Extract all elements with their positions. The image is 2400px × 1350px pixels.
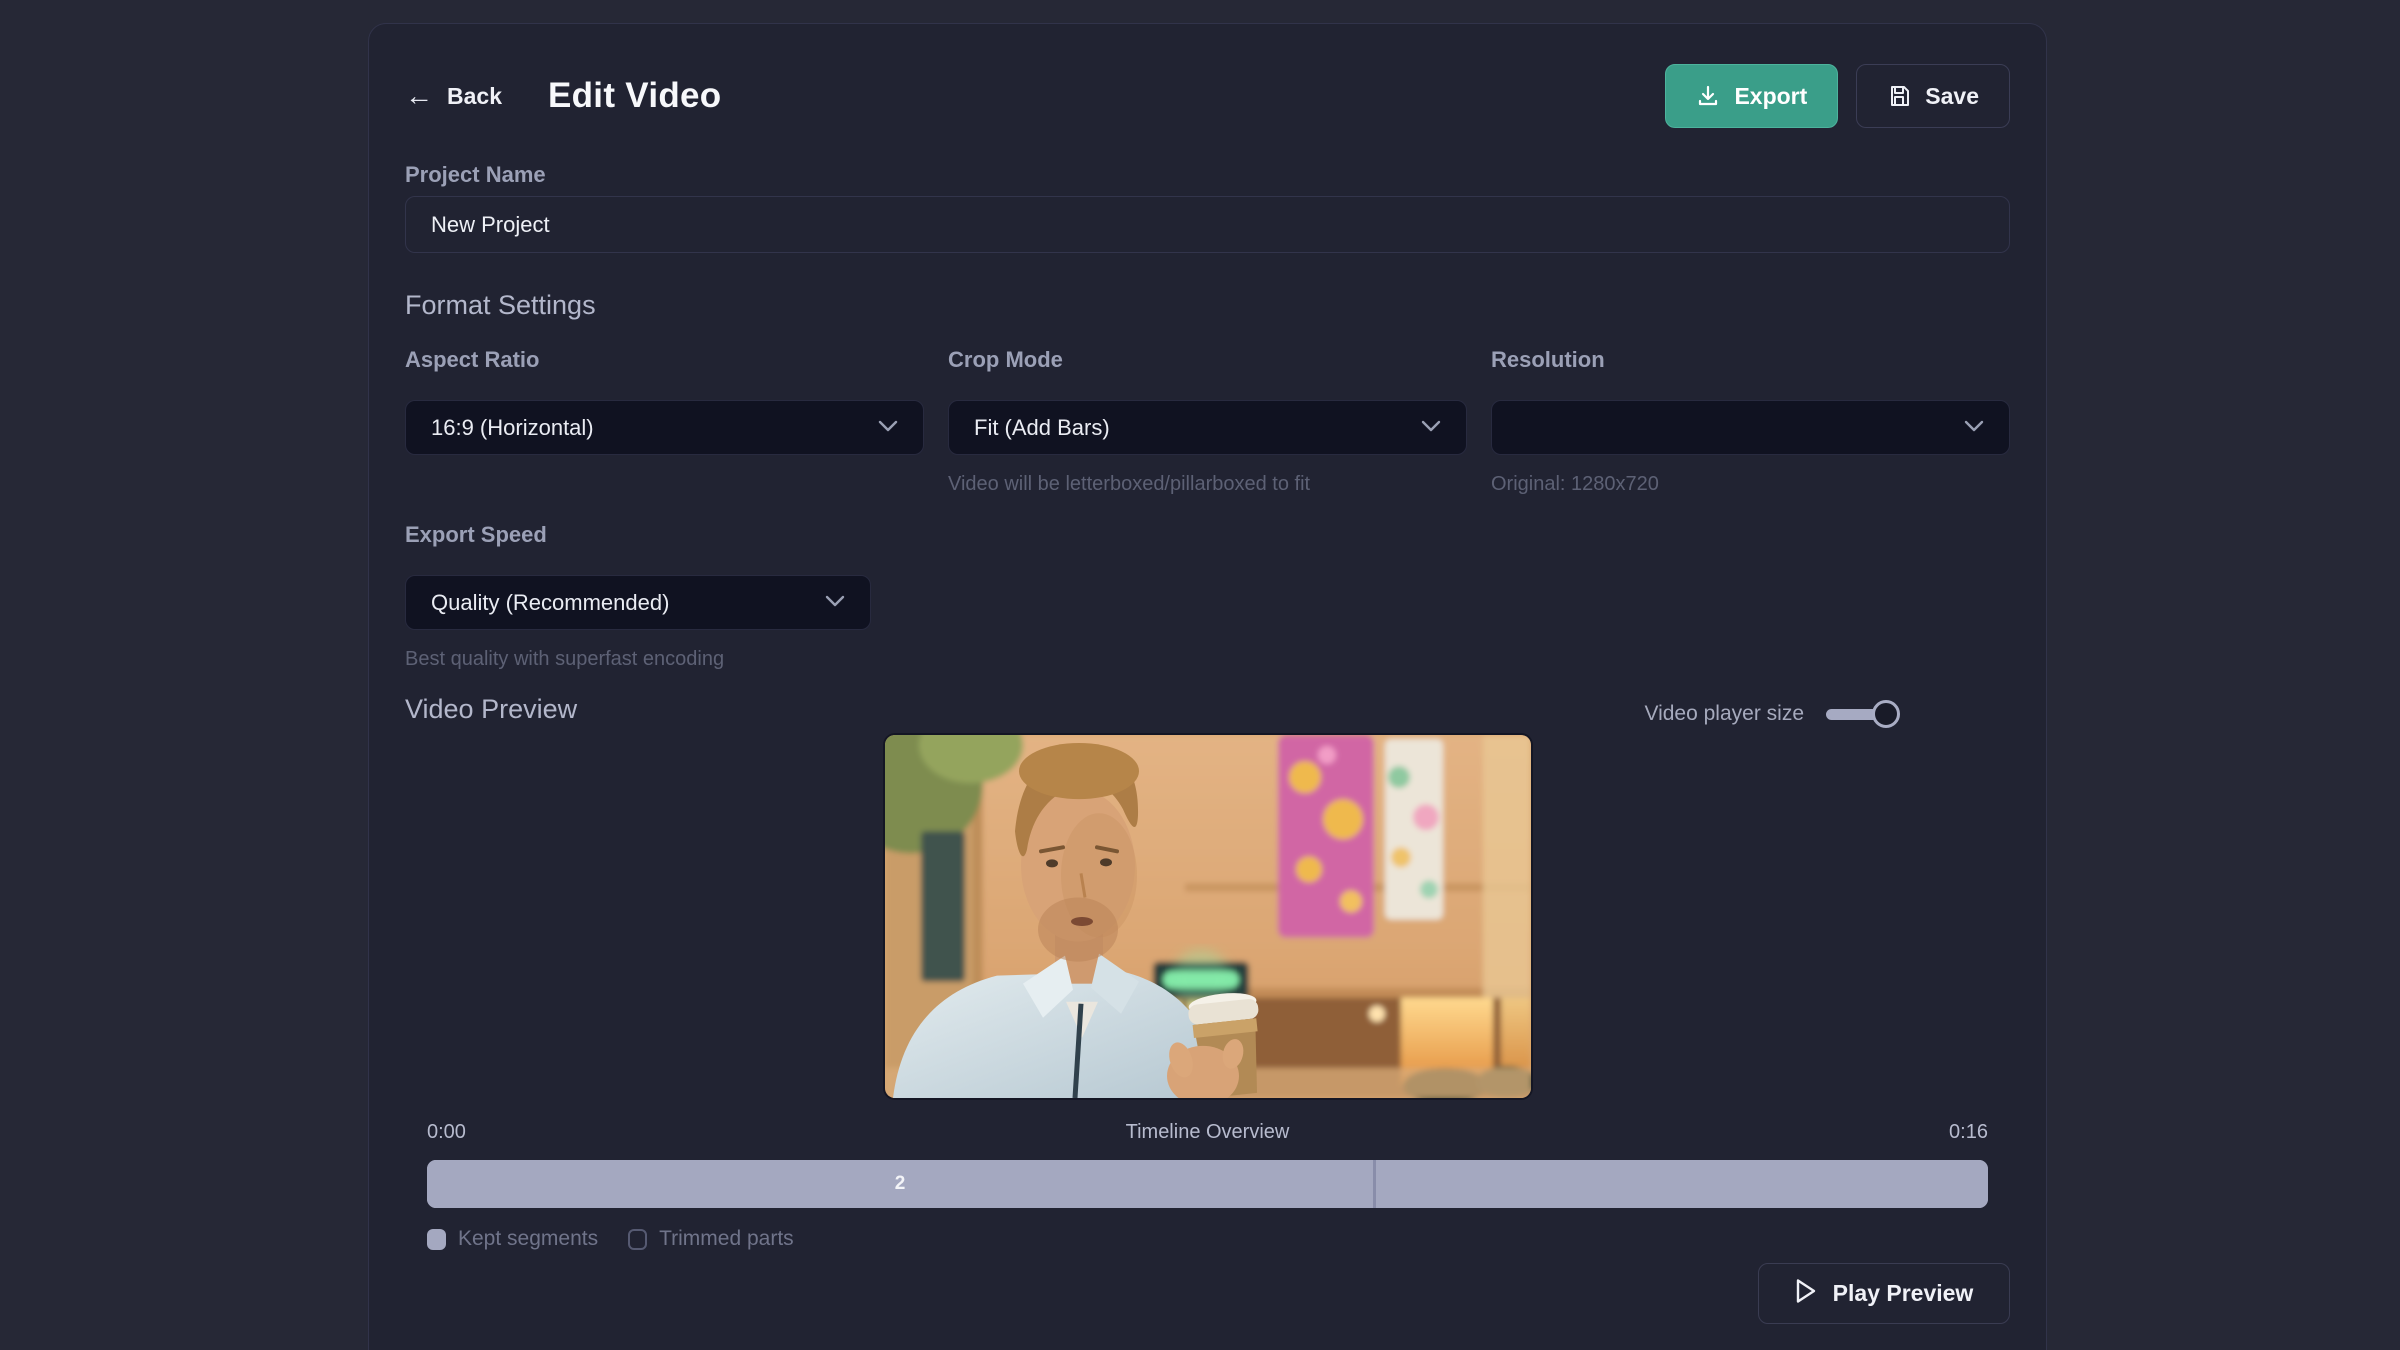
video-preview-player[interactable] bbox=[885, 735, 1531, 1098]
export-speed-value: Quality (Recommended) bbox=[431, 590, 825, 616]
save-button[interactable]: Save bbox=[1856, 64, 2010, 128]
segment-label: 2 bbox=[895, 1173, 906, 1195]
timeline-bar[interactable]: 2 bbox=[427, 1160, 1988, 1208]
chevron-down-icon bbox=[825, 594, 845, 612]
back-label: Back bbox=[447, 83, 502, 110]
aspect-ratio-field: Aspect Ratio 16:9 (Horizontal) bbox=[405, 347, 924, 496]
play-icon bbox=[1795, 1278, 1817, 1310]
download-icon bbox=[1696, 84, 1720, 108]
kept-segments-swatch bbox=[427, 1229, 446, 1250]
save-icon bbox=[1887, 84, 1911, 108]
timeline-segment[interactable]: 2 bbox=[427, 1160, 1373, 1208]
save-label: Save bbox=[1925, 83, 1979, 110]
legend-label: Trimmed parts bbox=[659, 1227, 794, 1251]
crop-mode-helper: Video will be letterboxed/pillarboxed to… bbox=[948, 473, 1467, 496]
legend-trimmed-parts: Trimmed parts bbox=[628, 1227, 794, 1251]
legend-label: Kept segments bbox=[458, 1227, 598, 1251]
legend-kept-segments: Kept segments bbox=[427, 1227, 598, 1251]
timeline-end-time: 0:16 bbox=[1468, 1121, 1988, 1144]
edit-video-panel: ← Back Edit Video Export Save bbox=[368, 23, 2047, 1350]
export-speed-field: Export Speed Quality (Recommended) Best … bbox=[405, 522, 871, 671]
chevron-down-icon bbox=[1421, 419, 1441, 437]
crop-mode-select[interactable]: Fit (Add Bars) bbox=[948, 400, 1467, 455]
export-speed-select[interactable]: Quality (Recommended) bbox=[405, 575, 871, 630]
crop-mode-label: Crop Mode bbox=[948, 347, 1467, 373]
format-settings-row: Aspect Ratio 16:9 (Horizontal) Crop Mode… bbox=[405, 347, 2010, 496]
back-arrow-icon: ← bbox=[405, 82, 433, 110]
resolution-select[interactable] bbox=[1491, 400, 2010, 455]
timeline: 0:00 Timeline Overview 0:16 2 Kept segme… bbox=[427, 1121, 1988, 1251]
chevron-down-icon bbox=[878, 419, 898, 437]
slider-knob[interactable] bbox=[1872, 700, 1900, 728]
project-name-input[interactable] bbox=[405, 196, 2010, 253]
export-speed-label: Export Speed bbox=[405, 522, 871, 548]
export-speed-helper: Best quality with superfast encoding bbox=[405, 648, 871, 671]
player-size-control: Video player size bbox=[1644, 700, 1892, 728]
crop-mode-field: Crop Mode Fit (Add Bars) Video will be l… bbox=[948, 347, 1467, 496]
trimmed-parts-swatch bbox=[628, 1229, 647, 1250]
aspect-ratio-value: 16:9 (Horizontal) bbox=[431, 415, 878, 441]
resolution-helper: Original: 1280x720 bbox=[1491, 473, 2010, 496]
resolution-field: Resolution Original: 1280x720 bbox=[1491, 347, 2010, 496]
play-preview-label: Play Preview bbox=[1833, 1280, 1974, 1307]
page-title: Edit Video bbox=[548, 76, 722, 116]
resolution-label: Resolution bbox=[1491, 347, 2010, 373]
project-name-label: Project Name bbox=[405, 162, 546, 188]
video-preview-heading: Video Preview bbox=[405, 694, 577, 725]
player-size-slider[interactable] bbox=[1826, 700, 1892, 728]
timeline-legend: Kept segments Trimmed parts bbox=[427, 1227, 1988, 1251]
header: ← Back Edit Video Export Save bbox=[405, 64, 2010, 128]
export-button[interactable]: Export bbox=[1665, 64, 1838, 128]
timeline-start-time: 0:00 bbox=[427, 1121, 947, 1144]
player-size-label: Video player size bbox=[1644, 702, 1804, 726]
video-still-man-with-coffee bbox=[885, 735, 1531, 1098]
timeline-title: Timeline Overview bbox=[947, 1121, 1467, 1144]
crop-mode-value: Fit (Add Bars) bbox=[974, 415, 1421, 441]
back-button[interactable]: ← Back bbox=[405, 82, 502, 110]
aspect-ratio-select[interactable]: 16:9 (Horizontal) bbox=[405, 400, 924, 455]
timeline-segment[interactable] bbox=[1373, 1160, 1988, 1208]
format-settings-heading: Format Settings bbox=[405, 290, 596, 321]
aspect-ratio-label: Aspect Ratio bbox=[405, 347, 924, 373]
play-preview-button[interactable]: Play Preview bbox=[1758, 1263, 2010, 1324]
chevron-down-icon bbox=[1964, 419, 1984, 437]
export-label: Export bbox=[1734, 83, 1807, 110]
